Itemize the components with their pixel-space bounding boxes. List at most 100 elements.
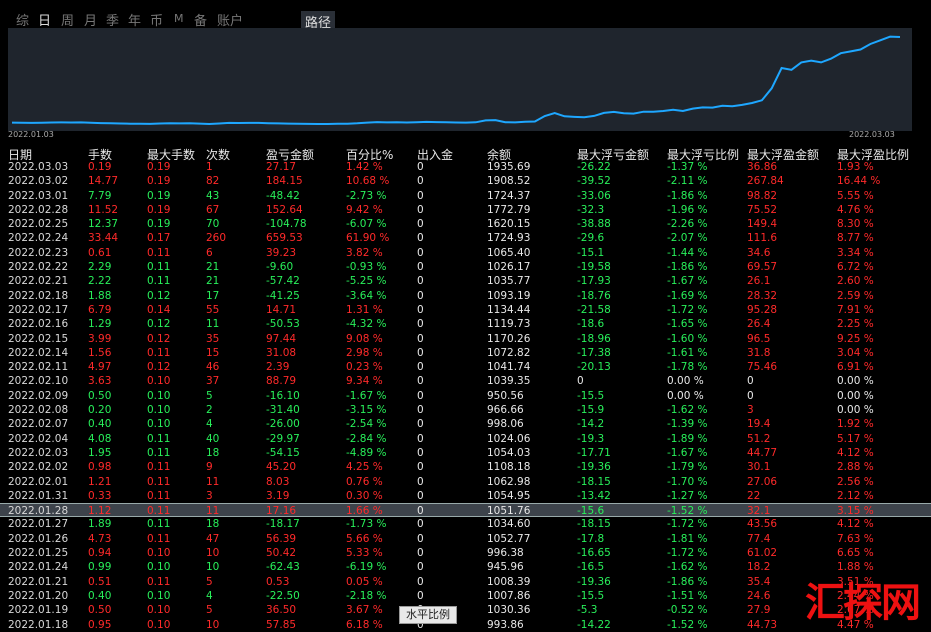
tab-month[interactable]: 月 bbox=[84, 10, 97, 29]
table-row[interactable]: 2022.02.25 12.37 0.19 70 -104.78 -6.07 % 0 1620… bbox=[0, 217, 931, 231]
cell-pct: 0.05 % bbox=[346, 575, 383, 588]
tab-currency[interactable]: 币 bbox=[150, 10, 163, 29]
cell-pnl: -16.10 bbox=[266, 389, 300, 402]
tab-quarter[interactable]: 季 bbox=[106, 10, 119, 29]
table-row[interactable]: 2022.02.15 3.99 0.12 35 97.44 9.08 % 0 1170.26 -… bbox=[0, 332, 931, 346]
cell-pnl: -57.42 bbox=[266, 275, 300, 288]
cell-lots: 0.40 bbox=[88, 589, 112, 602]
table-row[interactable]: 2022.02.22 2.29 0.11 21 -9.60 -0.93 % 0 1026.17… bbox=[0, 260, 931, 274]
cell-lots: 1.88 bbox=[88, 289, 112, 302]
cell-max-loss: -17.93 bbox=[577, 275, 611, 288]
table-row[interactable]: 2022.01.18 0.95 0.10 10 57.85 6.18 % 0 993.86 -1… bbox=[0, 618, 931, 632]
cell-pct: 9.42 % bbox=[346, 203, 383, 216]
cell-count: 18 bbox=[206, 446, 220, 459]
table-row[interactable]: 2022.01.20 0.40 0.10 4 -22.50 -2.18 % 0 1007.86… bbox=[0, 589, 931, 603]
table-row[interactable]: 2022.02.21 2.22 0.11 21 -57.42 -5.25 % 0 1035.7… bbox=[0, 274, 931, 288]
cell-pnl: -26.00 bbox=[266, 418, 300, 431]
cell-io: 0 bbox=[417, 432, 424, 445]
cell-max-lots: 0.11 bbox=[147, 532, 171, 545]
cell-max-gain: 43.56 bbox=[747, 518, 778, 531]
cell-max-loss: -5.3 bbox=[577, 604, 598, 617]
table-row[interactable]: 2022.02.28 11.52 0.19 67 152.64 9.42 % 0 1772.7… bbox=[0, 203, 931, 217]
tab-week[interactable]: 周 bbox=[61, 10, 74, 29]
tab-account[interactable]: 账户 bbox=[217, 10, 243, 29]
cell-pnl: -18.17 bbox=[266, 518, 300, 531]
table-row[interactable]: 2022.02.07 0.40 0.10 4 -26.00 -2.54 % 0 998.06 -… bbox=[0, 417, 931, 431]
cell-date: 2022.03.01 bbox=[8, 189, 69, 202]
table-row[interactable]: 2022.02.23 0.61 0.11 6 39.23 3.82 % 0 1065.40 -1… bbox=[0, 246, 931, 260]
table-row[interactable]: 2022.02.04 4.08 0.11 40 -29.97 -2.84 % 0 1024.0… bbox=[0, 432, 931, 446]
cell-max-gain: 75.52 bbox=[747, 203, 778, 216]
cell-lots: 33.44 bbox=[88, 232, 119, 245]
table-row[interactable]: 2022.01.24 0.99 0.10 10 -62.43 -6.19 % 0 945.96… bbox=[0, 560, 931, 574]
cell-balance: 1108.18 bbox=[487, 461, 531, 474]
table-row[interactable]: 2022.01.21 0.51 0.11 5 0.53 0.05 % 0 1008.39 -19… bbox=[0, 575, 931, 589]
table-row[interactable]: 2022.02.03 1.95 0.11 18 -54.15 -4.89 % 0 1054.0… bbox=[0, 446, 931, 460]
cell-pnl: 45.20 bbox=[266, 461, 297, 474]
cell-max-lots: 0.10 bbox=[147, 404, 171, 417]
cell-lots: 0.33 bbox=[88, 489, 112, 502]
cell-count: 11 bbox=[206, 318, 220, 331]
tab-note[interactable]: 备 bbox=[194, 10, 207, 29]
table-row[interactable]: 2022.02.08 0.20 0.10 2 -31.40 -3.15 % 0 966.66 -… bbox=[0, 403, 931, 417]
table-row[interactable]: 2022.03.03 0.19 0.19 1 27.17 1.42 % 0 1935.69 -2… bbox=[0, 160, 931, 174]
cell-gain-pct: 0.00 % bbox=[837, 389, 874, 402]
cell-lots: 3.63 bbox=[88, 375, 112, 388]
cell-date: 2022.03.02 bbox=[8, 175, 69, 188]
table-row[interactable]: 2022.03.01 7.79 0.19 43 -48.42 -2.73 % 0 1724.3… bbox=[0, 189, 931, 203]
cell-pct: 0.30 % bbox=[346, 489, 383, 502]
table-row[interactable]: 2022.01.190.500.10536.503.67 %01030.36-5… bbox=[0, 603, 931, 617]
cell-io: 0 bbox=[417, 332, 424, 345]
cell-max-gain: 18.2 bbox=[747, 561, 771, 574]
cell-max-loss: -39.52 bbox=[577, 175, 611, 188]
cell-io: 0 bbox=[417, 246, 424, 259]
table-row[interactable]: 2022.02.10 3.63 0.10 37 88.79 9.34 % 0 1039.35 0… bbox=[0, 374, 931, 388]
table-row[interactable]: 2022.02.16 1.29 0.12 11 -50.53 -4.32 % 0 1119.7… bbox=[0, 317, 931, 331]
tab-day[interactable]: 日 bbox=[38, 10, 51, 29]
cell-loss-pct: -2.07 % bbox=[667, 232, 708, 245]
cell-date: 2022.02.07 bbox=[8, 418, 69, 431]
table-row[interactable]: 2022.02.14 1.56 0.11 15 31.08 2.98 % 0 1072.82 -… bbox=[0, 346, 931, 360]
table-row[interactable]: 2022.02.01 1.21 0.11 11 8.03 0.76 % 0 1062.98 -1… bbox=[0, 475, 931, 489]
tab-m[interactable]: M bbox=[174, 12, 184, 25]
cell-io: 0 bbox=[417, 575, 424, 588]
table-row[interactable]: 2022.01.31 0.33 0.11 3 3.19 0.30 % 0 1054.95 -13… bbox=[0, 489, 931, 503]
cell-pnl: 56.39 bbox=[266, 532, 297, 545]
cell-max-loss: -19.36 bbox=[577, 461, 611, 474]
cell-count: 67 bbox=[206, 203, 220, 216]
cell-count: 260 bbox=[206, 232, 227, 245]
cell-max-gain: 98.82 bbox=[747, 189, 778, 202]
cell-max-loss: -18.96 bbox=[577, 332, 611, 345]
table-row[interactable]: 2022.02.18 1.88 0.12 17 -41.25 -3.64 % 0 1093.1… bbox=[0, 289, 931, 303]
cell-count: 10 bbox=[206, 561, 220, 574]
table-row[interactable]: 2022.02.24 33.44 0.17 260 659.53 61.90 % 0 1724… bbox=[0, 231, 931, 245]
cell-loss-pct: -1.69 % bbox=[667, 289, 708, 302]
table-row[interactable]: 2022.01.28 1.12 0.11 11 17.16 1.66 % 0 1051.76 -… bbox=[0, 503, 931, 518]
cell-max-gain: 44.77 bbox=[747, 446, 778, 459]
table-row[interactable]: 2022.01.25 0.94 0.10 10 50.42 5.33 % 0 996.38 -1… bbox=[0, 546, 931, 560]
table-row[interactable]: 2022.02.09 0.50 0.10 5 -16.10 -1.67 % 0 950.56 -… bbox=[0, 389, 931, 403]
cell-max-gain: 26.1 bbox=[747, 275, 771, 288]
table-row[interactable]: 2022.01.27 1.89 0.11 18 -18.17 -1.73 % 0 1034.6… bbox=[0, 517, 931, 531]
table-row[interactable]: 2022.03.02 14.77 0.19 82 184.15 10.68 % 0 1908.… bbox=[0, 174, 931, 188]
cell-loss-pct: -2.26 % bbox=[667, 218, 708, 231]
tab-year[interactable]: 年 bbox=[128, 10, 141, 29]
cell-lots: 0.94 bbox=[88, 547, 112, 560]
cell-pnl: -9.60 bbox=[266, 261, 294, 274]
cell-io: 0 bbox=[417, 175, 424, 188]
table-row[interactable]: 2022.02.02 0.98 0.11 9 45.20 4.25 % 0 1108.18 -1… bbox=[0, 460, 931, 474]
cell-lots: 0.50 bbox=[88, 389, 112, 402]
cell-balance: 1035.77 bbox=[487, 275, 531, 288]
table-row[interactable]: 2022.02.11 4.97 0.12 46 2.39 0.23 % 0 1041.74 -2… bbox=[0, 360, 931, 374]
cell-pct: -1.67 % bbox=[346, 389, 387, 402]
table-row[interactable]: 2022.01.26 4.73 0.11 47 56.39 5.66 % 0 1052.77 -… bbox=[0, 532, 931, 546]
cell-count: 70 bbox=[206, 218, 220, 231]
cell-io: 0 bbox=[417, 346, 424, 359]
cell-lots: 0.19 bbox=[88, 161, 112, 173]
cell-gain-pct: 6.91 % bbox=[837, 361, 874, 374]
cell-balance: 1062.98 bbox=[487, 475, 531, 488]
tab-summary[interactable]: 综 bbox=[16, 10, 29, 29]
table-row[interactable]: 2022.02.17 6.79 0.14 55 14.71 1.31 % 0 1134.44 -… bbox=[0, 303, 931, 317]
cell-pnl: -50.53 bbox=[266, 318, 300, 331]
cell-max-lots: 0.11 bbox=[147, 505, 171, 518]
